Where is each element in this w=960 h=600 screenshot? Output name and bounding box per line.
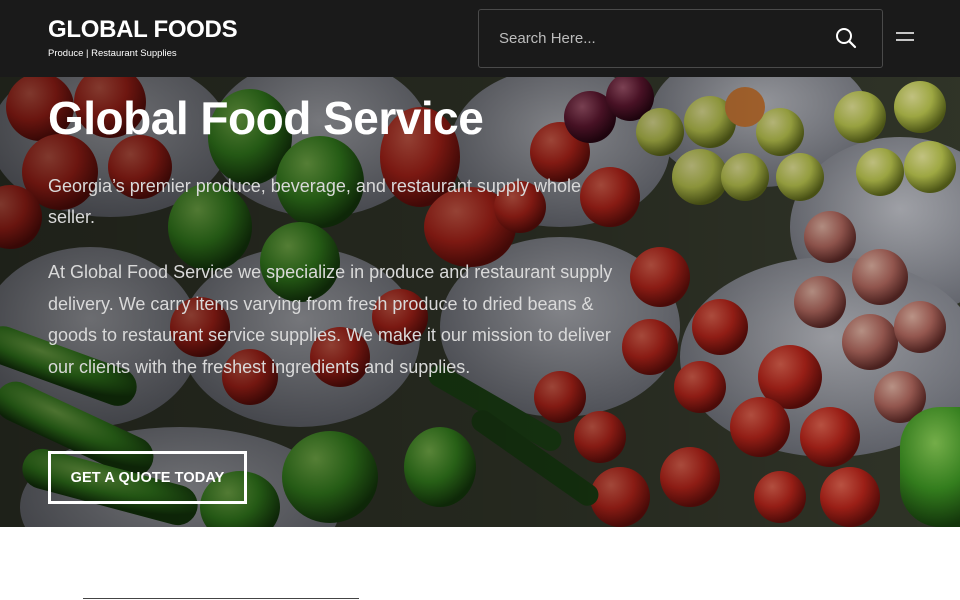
hero-description: At Global Food Service we specialize in … — [48, 262, 613, 377]
hamburger-menu-icon[interactable] — [894, 29, 916, 47]
search-input[interactable] — [479, 10, 819, 67]
get-quote-button[interactable]: GET A QUOTE TODAY — [48, 451, 247, 504]
hero-subtitle: Georgia’s premier produce, beverage, and… — [48, 176, 581, 227]
brand-tagline: Produce | Restaurant Supplies — [48, 48, 177, 59]
search-box — [478, 9, 883, 68]
site-header: GLOBAL FOODS Produce | Restaurant Suppli… — [0, 0, 960, 77]
search-icon[interactable] — [834, 26, 858, 50]
hero-section: Global Food Service Georgia’s premier pr… — [0, 77, 960, 527]
brand-logo[interactable]: GLOBAL FOODS Produce | Restaurant Suppli… — [48, 15, 238, 61]
hero-title: Global Food Service — [48, 92, 484, 144]
section-divider — [83, 598, 359, 599]
brand-name: GLOBAL FOODS — [48, 16, 238, 43]
